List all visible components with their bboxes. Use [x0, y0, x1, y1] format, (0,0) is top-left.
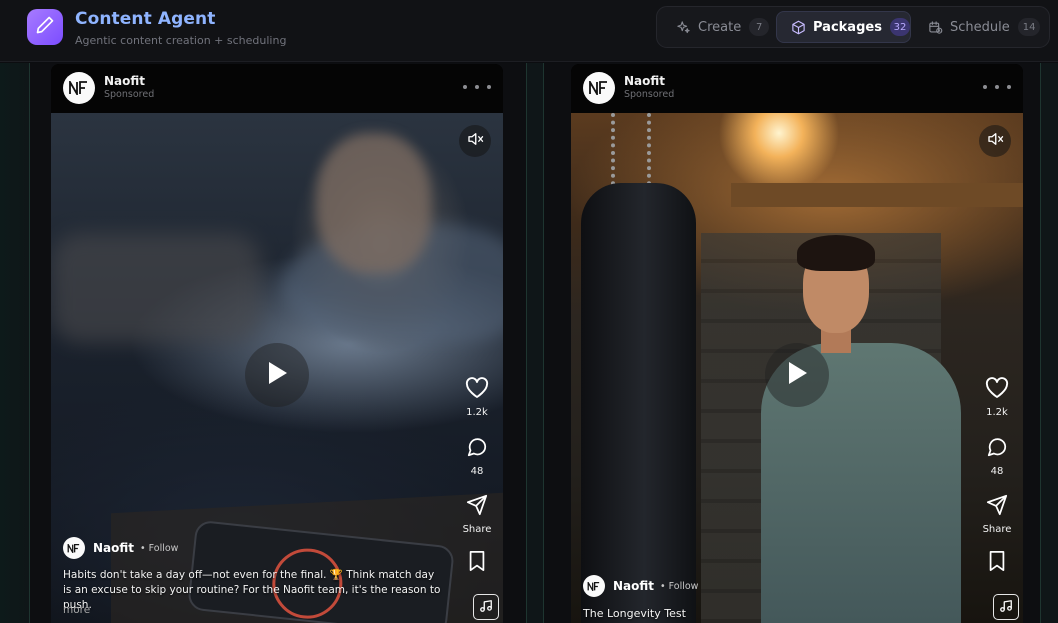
send-icon	[986, 494, 1008, 520]
post-preview-card[interactable]: Naofit Sponsored 1.2k 48 Share Naofit • …	[51, 64, 503, 623]
brand-avatar[interactable]	[63, 72, 95, 104]
post-video[interactable]: 1.2k 48 Share	[571, 113, 1023, 623]
caption-author[interactable]: Naofit • Follow	[583, 575, 698, 597]
sponsored-label: Sponsored	[624, 89, 675, 100]
package-icon	[791, 19, 806, 35]
music-note-icon	[999, 598, 1013, 617]
tab-create[interactable]: Create 7	[675, 11, 775, 43]
like-count: 1.2k	[986, 407, 1008, 418]
scene-ceiling-beam	[731, 183, 1023, 207]
play-button[interactable]	[245, 343, 309, 407]
caption-author-name: Naofit	[613, 579, 655, 593]
app-header: Content Agent Agentic content creation +…	[0, 0, 1058, 62]
share-label: Share	[982, 524, 1012, 535]
more-options-icon[interactable]	[463, 80, 491, 94]
like-button[interactable]: 1.2k	[453, 377, 501, 418]
tab-create-count: 7	[749, 18, 770, 36]
scene-man-hair	[797, 235, 875, 271]
comment-icon	[466, 436, 488, 462]
post-video[interactable]: 1.2k 48 Share	[51, 113, 503, 623]
feed-column-divider	[526, 63, 544, 623]
sponsored-label: Sponsored	[104, 89, 155, 100]
like-button[interactable]: 1.2k	[973, 377, 1021, 418]
music-note-icon	[479, 598, 493, 617]
post-preview-card[interactable]: Naofit Sponsored 1.2k 48 Share Naofit • …	[571, 64, 1023, 623]
share-button[interactable]: Share	[453, 494, 501, 535]
caption-more-link[interactable]: more	[63, 604, 90, 616]
comment-button[interactable]: 48	[453, 436, 501, 477]
mute-button[interactable]	[459, 125, 491, 157]
app-title: Content Agent	[75, 9, 216, 29]
save-button[interactable]	[453, 550, 501, 576]
brand-name[interactable]: Naofit	[104, 74, 145, 88]
follow-link[interactable]: • Follow	[140, 543, 178, 554]
main-tabs: Create 7 Packages 32 Schedule 14	[656, 6, 1050, 48]
bookmark-icon	[987, 550, 1007, 576]
scene-arm	[51, 233, 261, 343]
post-header: Naofit Sponsored	[51, 64, 503, 113]
tab-packages-label: Packages	[813, 19, 882, 35]
calendar-clock-icon	[927, 19, 943, 35]
scene-face	[316, 133, 431, 273]
caption-author-name: Naofit	[93, 541, 135, 555]
follow-link[interactable]: • Follow	[660, 581, 698, 592]
post-caption: The Longevity Test	[583, 607, 686, 620]
tab-schedule-label: Schedule	[950, 19, 1010, 35]
app-subtitle: Agentic content creation + scheduling	[75, 34, 287, 47]
audio-button[interactable]	[993, 594, 1019, 620]
feed-right-gutter	[1040, 63, 1058, 623]
tab-packages[interactable]: Packages 32	[776, 11, 911, 43]
share-button[interactable]: Share	[973, 494, 1021, 535]
play-button[interactable]	[765, 343, 829, 407]
audio-button[interactable]	[473, 594, 499, 620]
heart-icon	[465, 377, 489, 403]
speaker-mute-icon	[986, 130, 1004, 152]
naofit-logo	[589, 81, 607, 95]
play-icon	[785, 360, 809, 390]
tab-packages-count: 32	[889, 18, 910, 36]
post-header: Naofit Sponsored	[571, 64, 1023, 113]
tab-schedule-count: 14	[1017, 18, 1041, 36]
heart-icon	[985, 377, 1009, 403]
caption-avatar	[63, 537, 85, 559]
caption-author[interactable]: Naofit • Follow	[63, 537, 178, 559]
tab-create-label: Create	[698, 19, 742, 35]
share-label: Share	[462, 524, 492, 535]
feed-left-gutter	[0, 63, 30, 623]
more-options-icon[interactable]	[983, 80, 1011, 94]
caption-avatar	[583, 575, 605, 597]
speaker-mute-icon	[466, 130, 484, 152]
naofit-logo	[69, 81, 87, 95]
app-logo[interactable]	[27, 9, 63, 45]
brand-name[interactable]: Naofit	[624, 74, 665, 88]
scene-chain	[611, 113, 651, 193]
tab-schedule[interactable]: Schedule 14	[927, 11, 1047, 43]
post-caption: Habits don't take a day off—not even for…	[63, 569, 441, 611]
save-button[interactable]	[973, 550, 1021, 576]
pencil-icon	[35, 15, 55, 39]
send-icon	[466, 494, 488, 520]
comment-count: 48	[990, 466, 1004, 477]
mute-button[interactable]	[979, 125, 1011, 157]
play-icon	[265, 360, 289, 390]
sparkle-icon	[675, 19, 691, 35]
scene-punching-bag	[581, 183, 696, 623]
comment-button[interactable]: 48	[973, 436, 1021, 477]
comment-icon	[986, 436, 1008, 462]
comment-count: 48	[470, 466, 484, 477]
bookmark-icon	[467, 550, 487, 576]
brand-avatar[interactable]	[583, 72, 615, 104]
packages-feed: Naofit Sponsored 1.2k 48 Share Naofit • …	[0, 63, 1058, 623]
like-count: 1.2k	[466, 407, 488, 418]
